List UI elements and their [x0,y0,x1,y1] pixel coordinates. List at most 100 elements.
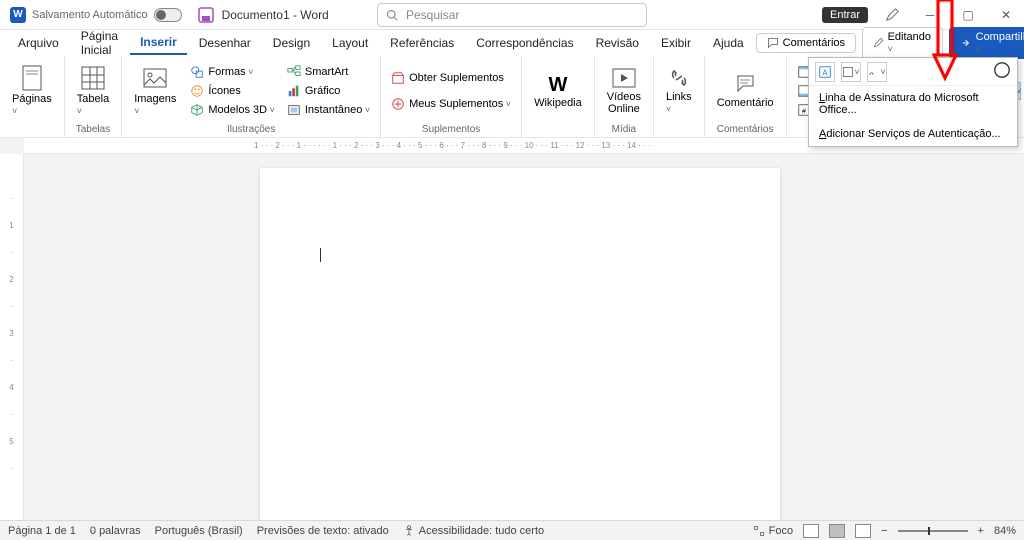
text-predictions[interactable]: Previsões de texto: ativado [257,525,389,537]
annotation-arrow [930,0,960,93]
video-icon [611,67,637,89]
word-count[interactable]: 0 palavras [90,525,141,537]
smartart-icon [287,65,301,79]
search-icon [386,9,398,21]
table-icon [80,65,106,91]
tab-layout[interactable]: Layout [322,32,378,54]
instantaneo-button[interactable]: Instantâneo [285,102,372,118]
search-input[interactable]: Pesquisar [377,3,647,27]
autosave-toggle[interactable]: Salvamento Automático [32,8,182,22]
tab-inserir[interactable]: Inserir [130,31,187,55]
icones-label: Ícones [208,85,240,97]
links-label: Links [666,91,692,115]
text-cursor [320,248,321,262]
toggle-icon[interactable] [154,8,182,22]
meus-label: Meus Suplementos [409,98,511,110]
tab-desenhar[interactable]: Desenhar [189,32,261,54]
imagens-button[interactable]: Imagens [130,63,180,119]
obter-label: Obter Suplementos [409,72,504,84]
vr: · [10,194,13,203]
link-icon [668,67,690,89]
group-label [8,124,56,137]
links-button[interactable]: Links [662,65,696,117]
videos-online-button[interactable]: Vídeos Online [603,65,645,117]
accessibility[interactable]: Acessibilidade: tudo certo [403,525,544,537]
word-app-icon: W [10,7,26,23]
tab-referencias[interactable]: Referências [380,32,464,54]
share-button[interactable]: Compartilhamento [949,27,1024,59]
tab-arquivo[interactable]: Arquivo [8,32,69,54]
status-bar: Página 1 de 1 0 palavras Português (Bras… [0,520,1024,540]
page-icon [21,65,43,91]
ribbon-tabs: Arquivo Página Inicial Inserir Desenhar … [0,30,1024,56]
document-title: Documento1 - Word [222,8,329,22]
paginas-button[interactable]: Páginas [8,63,56,119]
comment-balloon-icon [734,73,756,95]
zoom-percent[interactable]: 84% [994,525,1016,537]
signature-dropdown: A Linha de Assinatura do Microsoft Offic… [808,57,1018,147]
signature-mini-icon[interactable] [867,62,887,82]
shapes-icon [190,65,204,79]
vertical-ruler[interactable]: · 1 · 2 · 3 · 4 · 5 · [0,154,24,520]
group-label-ilustracoes: Ilustrações [130,124,372,137]
close-button[interactable]: ✕ [992,1,1020,29]
formas-button[interactable]: Formas [188,64,276,80]
comments-button[interactable]: Comentários [756,33,856,53]
web-layout-icon[interactable] [855,524,871,538]
language[interactable]: Português (Brasil) [155,525,243,537]
tab-revisao[interactable]: Revisão [586,32,649,54]
group-label-comentarios: Comentários [713,124,778,137]
vr: 4 [9,383,13,392]
group-label-midia: Mídia [603,124,645,137]
tab-design[interactable]: Design [263,32,320,54]
tabela-button[interactable]: Tabela [73,63,113,119]
pen-icon[interactable] [878,1,906,29]
tab-ajuda[interactable]: Ajuda [703,32,754,54]
tab-correspondencias[interactable]: Correspondências [466,32,583,54]
obter-suplementos-button[interactable]: Obter Suplementos [389,70,513,86]
group-label-suplementos: Suplementos [389,124,513,137]
print-layout-icon[interactable] [829,524,845,538]
accessibility-icon [403,525,415,537]
tab-exibir[interactable]: Exibir [651,32,701,54]
zoom-plus[interactable]: + [978,525,984,537]
image-icon [142,65,168,91]
focus-mode[interactable]: Foco [753,525,793,537]
cube-icon [190,103,204,117]
textbox-mini-icon[interactable]: A [815,62,835,82]
wikipedia-button[interactable]: W Wikipedia [530,71,586,111]
comentario-button[interactable]: Comentário [713,71,778,111]
modelos3d-button[interactable]: Modelos 3D [188,102,276,118]
document-page[interactable] [260,168,780,520]
read-mode-icon[interactable] [803,524,819,538]
zoom-minus[interactable]: − [881,525,887,537]
focus-icon [753,525,765,537]
screenshot-icon [287,103,301,117]
vr: 5 [9,437,13,446]
instantaneo-label: Instantâneo [305,104,370,116]
smartart-label: SmartArt [305,66,348,78]
page-count[interactable]: Página 1 de 1 [8,525,76,537]
pencil-icon [873,37,884,49]
meus-suplementos-button[interactable]: Meus Suplementos [389,96,513,112]
acc-label: Acessibilidade: tudo certo [419,525,544,537]
icones-button[interactable]: Ícones [188,83,276,99]
grafico-button[interactable]: Gráfico [285,83,372,99]
parts-mini-icon[interactable] [841,62,861,82]
save-icon[interactable] [198,7,214,23]
title-bar: W Salvamento Automático Documento1 - Wor… [0,0,1024,30]
wikipedia-label: Wikipedia [534,97,582,109]
tabela-label: Tabela [77,93,109,117]
auth-services-option[interactable]: Adicionar Serviços de Autenticação... [809,122,1017,146]
comments-label: Comentários [783,37,845,49]
autosave-label: Salvamento Automático [32,9,148,21]
signin-button[interactable]: Entrar [822,7,868,23]
tab-pagina-inicial[interactable]: Página Inicial [71,25,128,61]
signature-line-option[interactable]: Linha de Assinatura do Microsoft Office.… [809,86,1017,122]
svg-text:W: W [548,74,567,95]
group-label [530,124,586,137]
smartart-button[interactable]: SmartArt [285,64,372,80]
foco-label: Foco [769,525,793,537]
zoom-slider[interactable] [898,530,968,532]
editing-label: Editando [888,31,933,55]
